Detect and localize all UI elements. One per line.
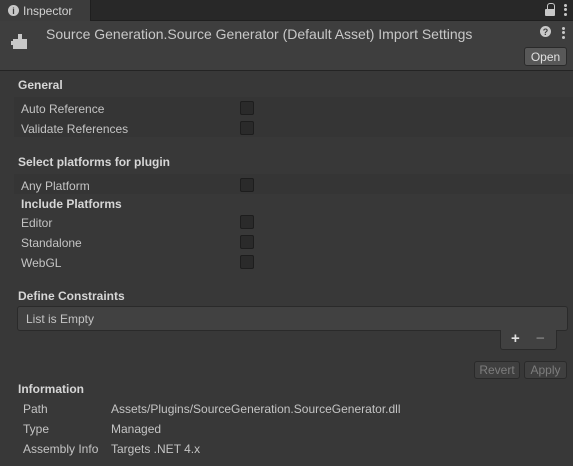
add-constraint-button[interactable]: + bbox=[511, 330, 520, 347]
row-background bbox=[14, 174, 573, 194]
standalone-label: Standalone bbox=[21, 236, 82, 250]
standalone-checkbox[interactable] bbox=[240, 235, 254, 249]
tab-label: Inspector bbox=[23, 3, 73, 18]
tab-inspector[interactable]: i Inspector bbox=[0, 0, 91, 21]
editor-label: Editor bbox=[21, 216, 53, 230]
header-menu-icon[interactable] bbox=[561, 26, 565, 40]
section-title-constraints: Define Constraints bbox=[18, 289, 125, 303]
section-title-general: General bbox=[18, 78, 63, 92]
assembly-info-label: Assembly Info bbox=[23, 442, 99, 456]
path-value: Assets/Plugins/SourceGeneration.SourceGe… bbox=[111, 402, 401, 416]
remove-constraint-button[interactable]: − bbox=[536, 330, 545, 347]
path-label: Path bbox=[23, 402, 48, 416]
apply-button[interactable]: Apply bbox=[524, 361, 567, 379]
revert-button[interactable]: Revert bbox=[474, 361, 520, 379]
webgl-label: WebGL bbox=[21, 256, 62, 270]
validate-references-label: Validate References bbox=[21, 122, 129, 136]
section-title-platforms: Select platforms for plugin bbox=[18, 155, 171, 169]
tab-bar: i Inspector bbox=[0, 0, 573, 21]
open-button[interactable]: Open bbox=[524, 47, 567, 66]
type-value: Managed bbox=[111, 422, 162, 436]
list-footer: + − bbox=[500, 330, 557, 350]
webgl-checkbox[interactable] bbox=[240, 255, 254, 269]
any-platform-label: Any Platform bbox=[21, 179, 90, 193]
auto-reference-label: Auto Reference bbox=[21, 102, 105, 116]
help-icon[interactable]: ? bbox=[540, 26, 551, 37]
list-empty-text: List is Empty bbox=[26, 312, 95, 326]
info-icon: i bbox=[8, 5, 19, 16]
page-title: Source Generation.Source Generator (Defa… bbox=[46, 26, 473, 42]
include-platforms-title: Include Platforms bbox=[21, 197, 122, 211]
assembly-info-value: Targets .NET 4.x bbox=[111, 442, 201, 456]
section-title-information: Information bbox=[18, 382, 84, 396]
tab-menu-icon[interactable] bbox=[563, 3, 567, 17]
tab-tools bbox=[545, 3, 567, 17]
plugin-icon bbox=[11, 34, 27, 49]
any-platform-checkbox[interactable] bbox=[240, 178, 254, 192]
type-label: Type bbox=[23, 422, 50, 436]
editor-checkbox[interactable] bbox=[240, 215, 254, 229]
validate-references-checkbox[interactable] bbox=[240, 121, 254, 135]
lock-icon[interactable] bbox=[545, 3, 555, 17]
constraints-list: List is Empty bbox=[17, 306, 568, 331]
auto-reference-checkbox[interactable] bbox=[240, 101, 254, 115]
inspector-header: Source Generation.Source Generator (Defa… bbox=[0, 21, 573, 71]
